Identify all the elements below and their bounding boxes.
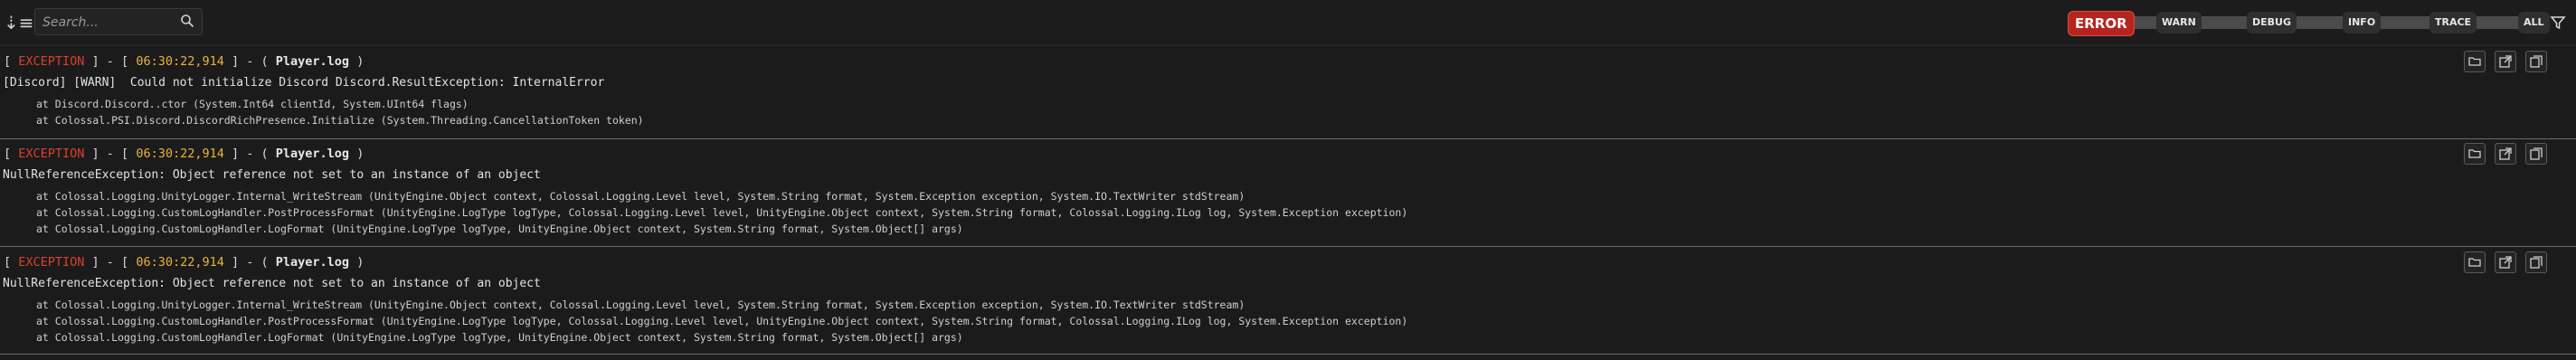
entry-time: 06:30:22,914 bbox=[136, 147, 224, 161]
folder-icon bbox=[2468, 57, 2481, 66]
filter-icon[interactable] bbox=[2549, 14, 2567, 32]
open-folder-button[interactable] bbox=[2464, 251, 2486, 273]
open-folder-button[interactable] bbox=[2464, 51, 2486, 72]
entry-file[interactable]: Player.log bbox=[276, 147, 349, 161]
search-icon[interactable] bbox=[180, 14, 194, 28]
copy-button[interactable] bbox=[2525, 143, 2547, 165]
entry-file[interactable]: Player.log bbox=[276, 255, 349, 270]
entry-message: NullReferenceException: Object reference… bbox=[3, 168, 541, 182]
entry-divider bbox=[0, 138, 2576, 139]
entry-level: EXCEPTION bbox=[18, 54, 85, 69]
entry-actions bbox=[2464, 51, 2563, 76]
open-folder-button[interactable] bbox=[2464, 143, 2486, 165]
copy-button[interactable] bbox=[2525, 251, 2547, 273]
entry-file[interactable]: Player.log bbox=[276, 54, 349, 69]
entry-divider bbox=[0, 246, 2576, 247]
entry-actions bbox=[2464, 143, 2563, 168]
sort-order-icon[interactable]: ⇣≡ bbox=[4, 12, 34, 33]
copy-button[interactable] bbox=[2525, 51, 2547, 72]
open-external-button[interactable] bbox=[2495, 51, 2516, 72]
open-external-button[interactable] bbox=[2495, 251, 2516, 273]
stack-line: at Colossal.Logging.UnityLogger.Internal… bbox=[36, 190, 1245, 203]
copy-icon bbox=[2530, 147, 2543, 160]
level-all[interactable]: ALL bbox=[2518, 12, 2550, 33]
entry-message: [Discord] [WARN] Could not initialize Di… bbox=[3, 76, 605, 90]
entry-level: EXCEPTION bbox=[18, 255, 85, 270]
level-debug[interactable]: DEBUG bbox=[2247, 12, 2297, 33]
entry-header: [ EXCEPTION ] - [ 06:30:22,914 ] - ( Pla… bbox=[4, 147, 365, 161]
level-warn[interactable]: WARN bbox=[2156, 12, 2202, 33]
stack-line: at Colossal.Logging.CustomLogHandler.Log… bbox=[36, 331, 963, 344]
stack-line: at Discord.Discord..ctor (System.Int64 c… bbox=[36, 98, 469, 110]
entry-time: 06:30:22,914 bbox=[136, 54, 224, 69]
entry-time: 06:30:22,914 bbox=[136, 255, 224, 270]
entry-message: NullReferenceException: Object reference… bbox=[3, 277, 541, 290]
level-info[interactable]: INFO bbox=[2343, 12, 2382, 33]
entry-level: EXCEPTION bbox=[18, 147, 85, 161]
level-error[interactable]: ERROR bbox=[2068, 11, 2135, 36]
stack-line: at Colossal.PSI.Discord.DiscordRichPrese… bbox=[36, 114, 644, 127]
stack-line: at Colossal.Logging.CustomLogHandler.Log… bbox=[36, 223, 963, 235]
folder-icon bbox=[2468, 258, 2481, 267]
stack-line: at Colossal.Logging.UnityLogger.Internal… bbox=[36, 298, 1245, 311]
external-link-icon bbox=[2499, 55, 2512, 68]
search-box bbox=[34, 8, 203, 35]
stack-line: at Colossal.Logging.CustomLogHandler.Pos… bbox=[36, 315, 1408, 327]
external-link-icon bbox=[2499, 256, 2512, 269]
search-input[interactable] bbox=[41, 13, 180, 33]
copy-icon bbox=[2530, 55, 2543, 68]
log-toolbar: ⇣≡ ERROR WARN DEBUG INFO TRACE ALL bbox=[0, 0, 2576, 46]
copy-icon bbox=[2530, 256, 2543, 269]
entry-header: [ EXCEPTION ] - [ 06:30:22,914 ] - ( Pla… bbox=[4, 255, 365, 270]
open-external-button[interactable] bbox=[2495, 143, 2516, 165]
folder-icon bbox=[2468, 149, 2481, 158]
stack-line: at Colossal.Logging.CustomLogHandler.Pos… bbox=[36, 206, 1408, 219]
external-link-icon bbox=[2499, 147, 2512, 160]
entry-actions bbox=[2464, 251, 2563, 277]
level-trace[interactable]: TRACE bbox=[2429, 12, 2477, 33]
entry-header: [ EXCEPTION ] - [ 06:30:22,914 ] - ( Pla… bbox=[4, 54, 365, 69]
entry-divider bbox=[0, 354, 2576, 355]
